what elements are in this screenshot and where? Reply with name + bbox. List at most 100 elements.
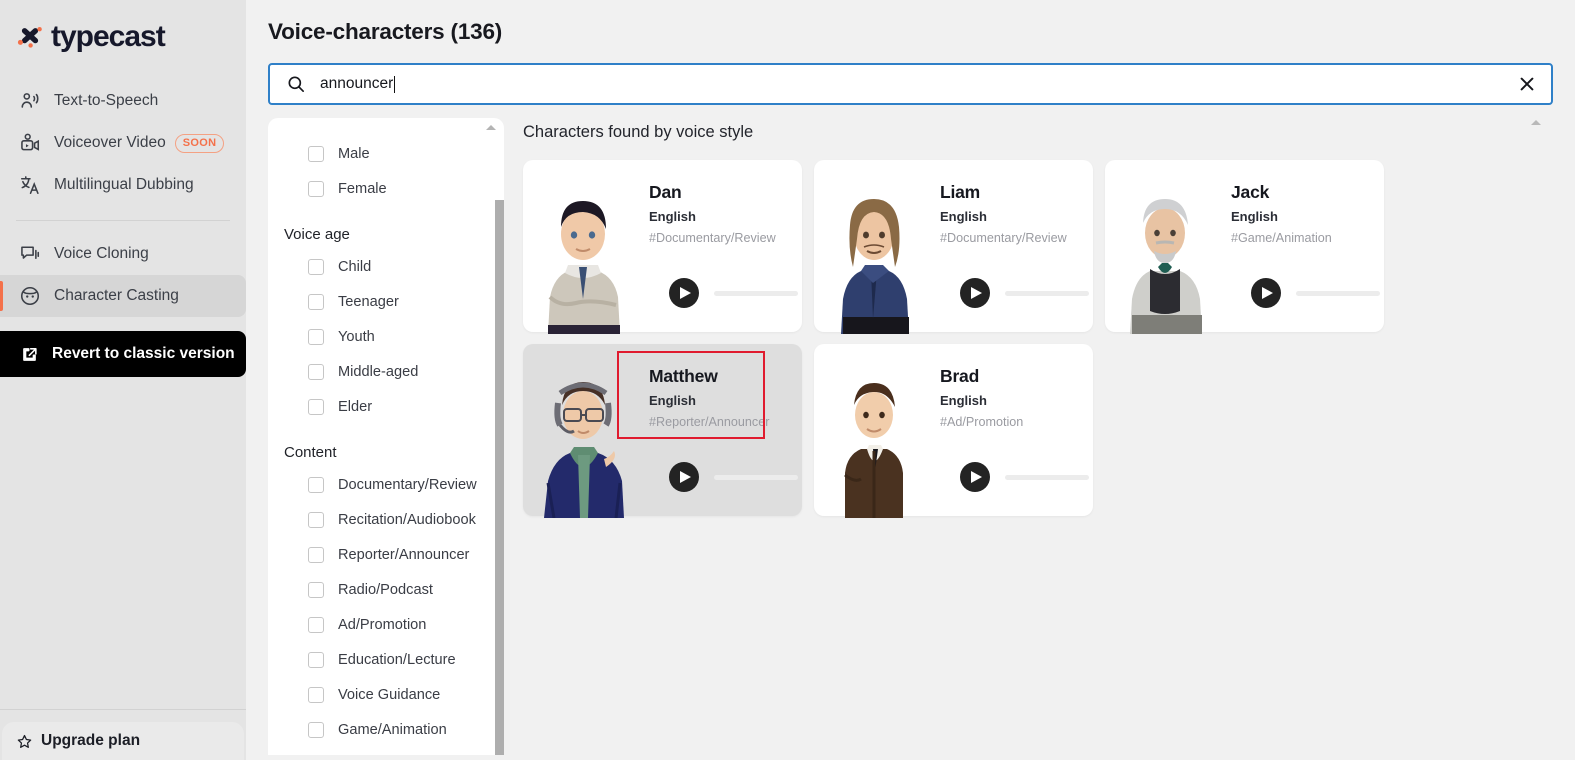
translate-icon — [18, 173, 42, 197]
caret-up-icon[interactable] — [486, 125, 496, 130]
text-caret — [394, 75, 396, 93]
filter-option-male[interactable]: Male — [284, 136, 494, 171]
checkbox[interactable] — [308, 581, 324, 598]
main-content: Voice-characters (136) announcer Male Fe… — [246, 0, 1575, 760]
character-card[interactable]: Brad English #Ad/Promotion — [814, 344, 1093, 518]
filter-option-reporter-announcer[interactable]: Reporter/Announcer — [284, 537, 494, 572]
checkbox[interactable] — [308, 258, 324, 275]
sidebar-item-character-casting[interactable]: Character Casting — [0, 275, 246, 317]
status-badge-soon: SOON — [174, 133, 225, 153]
character-card[interactable]: Liam English #Documentary/Review — [814, 160, 1093, 334]
character-name: Liam — [940, 182, 981, 202]
character-card[interactable]: Jack English #Game/Animation — [1105, 160, 1384, 334]
character-name: Brad — [940, 366, 980, 386]
sidebar-item-text-to-speech[interactable]: Text-to-Speech — [0, 80, 246, 122]
sidebar-item-multilingual-dubbing[interactable]: Multilingual Dubbing — [0, 164, 246, 206]
play-icon[interactable] — [669, 278, 699, 308]
checkbox[interactable] — [308, 363, 324, 380]
filter-option-ad-promotion[interactable]: Ad/Promotion — [284, 607, 494, 642]
character-language: English — [940, 393, 987, 408]
character-card-grid: Dan English #Documentary/Review Liam Eng… — [523, 160, 1553, 518]
search-input[interactable]: announcer — [320, 74, 1517, 94]
filter-label: Education/Lecture — [338, 651, 456, 668]
play-icon[interactable] — [1251, 278, 1281, 308]
filter-label: Radio/Podcast — [338, 581, 433, 598]
sidebar: typecast Text-to-Speech Voiceover Video … — [0, 0, 246, 760]
filter-label: Child — [338, 258, 372, 275]
audio-player — [669, 278, 798, 308]
filter-option-middle-aged[interactable]: Middle-aged — [284, 354, 494, 389]
search-bar[interactable]: announcer — [268, 63, 1553, 105]
character-avatar — [523, 160, 643, 334]
checkbox[interactable] — [308, 616, 324, 633]
character-style-tag: #Documentary/Review — [649, 231, 776, 245]
character-language: English — [940, 209, 987, 224]
sidebar-item-voiceover-video[interactable]: Voiceover Video SOON — [0, 122, 246, 164]
checkbox[interactable] — [308, 511, 324, 528]
typecast-logo-icon — [16, 22, 46, 52]
sidebar-item-label: Text-to-Speech — [54, 92, 159, 109]
brand-name: typecast — [51, 20, 166, 53]
checkbox[interactable] — [308, 476, 324, 493]
filter-group-title-content: Content — [284, 444, 337, 461]
progress-track[interactable] — [1005, 474, 1089, 480]
filter-option-teenager[interactable]: Teenager — [284, 284, 494, 319]
sidebar-item-label: Voice Cloning — [54, 245, 149, 262]
filter-group-title-voice-age: Voice age — [284, 226, 350, 243]
filter-label: Female — [338, 180, 387, 197]
results-area: Characters found by voice style Dan Engl… — [504, 118, 1553, 755]
play-icon[interactable] — [960, 462, 990, 492]
character-name: Dan — [649, 182, 682, 202]
checkbox[interactable] — [308, 721, 324, 738]
video-camera-icon — [18, 131, 42, 155]
progress-track[interactable] — [1296, 290, 1380, 296]
filter-label: Male — [338, 145, 370, 162]
checkbox[interactable] — [308, 686, 324, 703]
character-avatar — [1105, 160, 1225, 334]
filter-label: Voice Guidance — [338, 686, 441, 703]
progress-track[interactable] — [714, 474, 798, 480]
checkbox[interactable] — [308, 398, 324, 415]
checkbox[interactable] — [308, 546, 324, 563]
filter-option-female[interactable]: Female — [284, 171, 494, 206]
audio-player — [960, 462, 1089, 492]
audio-player — [669, 462, 798, 492]
play-icon[interactable] — [669, 462, 699, 492]
progress-track[interactable] — [714, 290, 798, 296]
filter-option-partial[interactable] — [284, 747, 494, 755]
sidebar-item-label: Character Casting — [54, 287, 179, 304]
search-icon — [286, 74, 306, 94]
clear-search-button[interactable] — [1517, 74, 1537, 94]
checkbox[interactable] — [308, 180, 324, 197]
filter-option-game-animation[interactable]: Game/Animation — [284, 712, 494, 747]
filter-option-radio-podcast[interactable]: Radio/Podcast — [284, 572, 494, 607]
filter-option-child[interactable]: Child — [284, 249, 494, 284]
brand-logo[interactable]: typecast — [0, 0, 246, 58]
sidebar-nav-secondary: Voice Cloning Character Casting — [0, 233, 246, 317]
sidebar-item-voice-cloning[interactable]: Voice Cloning — [0, 233, 246, 275]
filter-label: Elder — [338, 398, 373, 415]
filter-option-documentary-review[interactable]: Documentary/Review — [284, 467, 494, 502]
filter-panel-scrollbar[interactable] — [495, 200, 504, 755]
filter-label: Teenager — [338, 293, 399, 310]
checkbox[interactable] — [308, 293, 324, 310]
revert-to-classic-button[interactable]: Revert to classic version — [0, 331, 246, 377]
filter-option-elder[interactable]: Elder — [284, 389, 494, 424]
filter-option-recitation-audiobook[interactable]: Recitation/Audiobook — [284, 502, 494, 537]
filter-panel: Male Female Voice age Child Teenager You… — [268, 118, 504, 755]
filter-option-voice-guidance[interactable]: Voice Guidance — [284, 677, 494, 712]
character-avatar — [814, 160, 934, 334]
checkbox[interactable] — [308, 145, 324, 162]
character-style-tag: #Documentary/Review — [940, 231, 1067, 245]
filter-option-education-lecture[interactable]: Education/Lecture — [284, 642, 494, 677]
character-card-selected[interactable]: Matthew English #Reporter/Announcer — [523, 344, 802, 518]
checkbox[interactable] — [308, 328, 324, 345]
filter-option-youth[interactable]: Youth — [284, 319, 494, 354]
progress-track[interactable] — [1005, 290, 1089, 296]
play-icon[interactable] — [960, 278, 990, 308]
caret-up-icon[interactable] — [1531, 120, 1541, 125]
character-card[interactable]: Dan English #Documentary/Review — [523, 160, 802, 334]
filter-label: Reporter/Announcer — [338, 546, 470, 563]
checkbox[interactable] — [308, 651, 324, 668]
upgrade-plan-button[interactable]: Upgrade plan — [2, 722, 244, 760]
